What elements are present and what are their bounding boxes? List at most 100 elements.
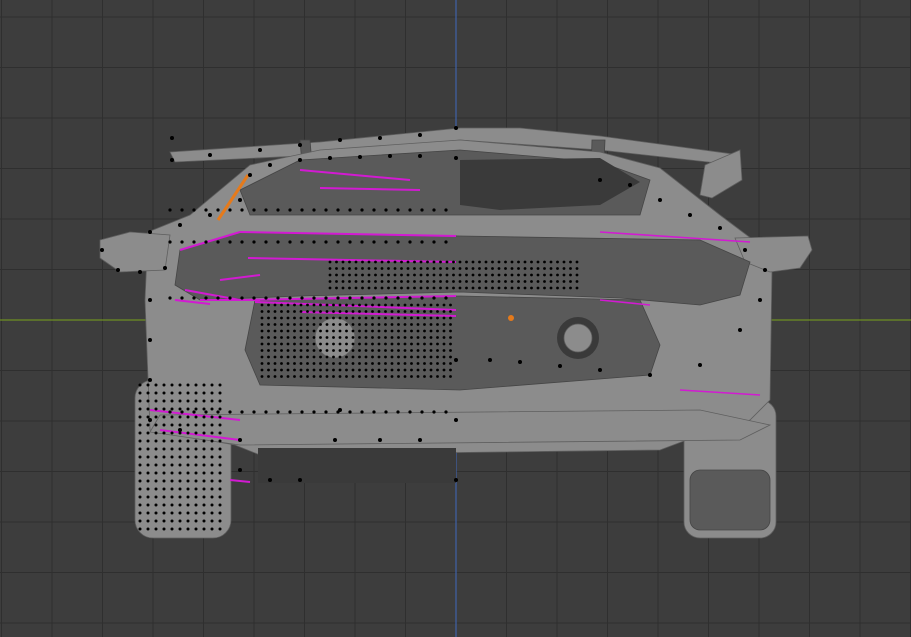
mesh-vertex[interactable] bbox=[390, 316, 394, 320]
mesh-vertex[interactable] bbox=[432, 273, 436, 277]
mesh-vertex[interactable] bbox=[408, 296, 412, 300]
mesh-vertex[interactable] bbox=[358, 368, 361, 372]
mesh-vertex[interactable] bbox=[293, 336, 296, 339]
mesh-vertex[interactable] bbox=[397, 375, 400, 378]
mesh-vertex[interactable] bbox=[454, 478, 458, 482]
mesh-vertex[interactable] bbox=[384, 349, 387, 352]
mesh-vertex[interactable] bbox=[328, 156, 332, 160]
mesh-vertex[interactable] bbox=[449, 375, 452, 378]
mesh-vertex[interactable] bbox=[413, 280, 416, 283]
mesh-vertex[interactable] bbox=[178, 415, 182, 419]
mesh-vertex[interactable] bbox=[186, 455, 190, 459]
mesh-vertex[interactable] bbox=[371, 355, 374, 359]
mesh-vertex[interactable] bbox=[260, 368, 264, 372]
mesh-vertex[interactable] bbox=[293, 310, 296, 313]
mesh-vertex[interactable] bbox=[374, 286, 377, 290]
mesh-vertex[interactable] bbox=[192, 296, 196, 300]
mesh-vertex[interactable] bbox=[186, 463, 190, 467]
mesh-vertex[interactable] bbox=[170, 407, 174, 411]
mesh-vertex[interactable] bbox=[384, 410, 388, 414]
mesh-vertex[interactable] bbox=[413, 267, 416, 270]
mesh-vertex[interactable] bbox=[218, 511, 222, 515]
mesh-vertex[interactable] bbox=[403, 362, 407, 365]
mesh-vertex[interactable] bbox=[138, 487, 142, 491]
mesh-vertex[interactable] bbox=[312, 342, 316, 346]
mesh-vertex[interactable] bbox=[178, 519, 182, 523]
mesh-vertex[interactable] bbox=[138, 503, 142, 507]
mesh-vertex[interactable] bbox=[332, 316, 335, 320]
mesh-vertex[interactable] bbox=[273, 355, 277, 359]
mesh-vertex[interactable] bbox=[423, 323, 426, 326]
mesh-vertex[interactable] bbox=[338, 316, 342, 320]
mesh-vertex[interactable] bbox=[293, 329, 296, 333]
mesh-vertex[interactable] bbox=[556, 280, 559, 283]
mesh-vertex[interactable] bbox=[367, 260, 371, 264]
mesh-vertex[interactable] bbox=[293, 323, 296, 326]
mesh-vertex[interactable] bbox=[598, 178, 602, 182]
mesh-vertex[interactable] bbox=[543, 273, 546, 277]
mesh-vertex[interactable] bbox=[162, 399, 166, 403]
mesh-vertex[interactable] bbox=[280, 310, 283, 313]
mesh-vertex[interactable] bbox=[300, 410, 304, 414]
mesh-vertex[interactable] bbox=[319, 329, 322, 333]
mesh-vertex[interactable] bbox=[210, 431, 214, 435]
mesh-vertex[interactable] bbox=[228, 240, 232, 244]
mesh-vertex[interactable] bbox=[162, 519, 166, 523]
mesh-vertex[interactable] bbox=[442, 329, 446, 333]
mesh-vertex[interactable] bbox=[387, 267, 390, 270]
mesh-vertex[interactable] bbox=[293, 375, 296, 378]
mesh-vertex[interactable] bbox=[530, 286, 533, 290]
mesh-vertex[interactable] bbox=[186, 479, 190, 483]
mesh-vertex[interactable] bbox=[458, 260, 462, 264]
mesh-vertex[interactable] bbox=[300, 296, 304, 300]
mesh-vertex[interactable] bbox=[276, 296, 280, 300]
mesh-vertex[interactable] bbox=[170, 527, 174, 531]
mesh-vertex[interactable] bbox=[267, 329, 270, 333]
mesh-vertex[interactable] bbox=[286, 329, 290, 333]
mesh-vertex[interactable] bbox=[299, 349, 303, 352]
mesh-vertex[interactable] bbox=[444, 410, 448, 414]
mesh-vertex[interactable] bbox=[380, 280, 384, 283]
mesh-vertex[interactable] bbox=[403, 336, 407, 339]
mesh-vertex[interactable] bbox=[276, 410, 280, 414]
mesh-vertex[interactable] bbox=[194, 431, 198, 435]
mesh-vertex[interactable] bbox=[260, 355, 264, 359]
mesh-vertex[interactable] bbox=[432, 267, 436, 270]
mesh-vertex[interactable] bbox=[384, 362, 387, 365]
mesh-vertex[interactable] bbox=[423, 303, 426, 307]
mesh-vertex[interactable] bbox=[345, 310, 348, 313]
mesh-vertex[interactable] bbox=[293, 342, 296, 346]
mesh-vertex[interactable] bbox=[384, 342, 387, 346]
mesh-vertex[interactable] bbox=[192, 240, 196, 244]
mesh-vertex[interactable] bbox=[377, 303, 381, 307]
mesh-vertex[interactable] bbox=[280, 349, 283, 352]
mesh-vertex[interactable] bbox=[351, 355, 355, 359]
mesh-vertex[interactable] bbox=[442, 368, 446, 372]
mesh-vertex[interactable] bbox=[432, 286, 436, 290]
mesh-vertex[interactable] bbox=[218, 415, 222, 419]
mesh-vertex[interactable] bbox=[410, 375, 413, 378]
mesh-vertex[interactable] bbox=[306, 355, 309, 359]
mesh-vertex[interactable] bbox=[377, 349, 381, 352]
mesh-vertex[interactable] bbox=[148, 230, 152, 234]
mesh-vertex[interactable] bbox=[388, 154, 392, 158]
mesh-vertex[interactable] bbox=[419, 286, 423, 290]
mesh-vertex[interactable] bbox=[418, 438, 422, 442]
mesh-vertex[interactable] bbox=[403, 375, 407, 378]
mesh-vertex[interactable] bbox=[449, 362, 452, 365]
mesh-vertex[interactable] bbox=[416, 362, 420, 365]
mesh-vertex[interactable] bbox=[478, 273, 481, 277]
mesh-vertex[interactable] bbox=[194, 383, 198, 387]
mesh-vertex[interactable] bbox=[458, 286, 462, 290]
mesh-vertex[interactable] bbox=[148, 378, 152, 382]
mesh-vertex[interactable] bbox=[218, 391, 222, 395]
mesh-vertex[interactable] bbox=[397, 342, 400, 346]
mesh-vertex[interactable] bbox=[194, 503, 198, 507]
mesh-vertex[interactable] bbox=[478, 286, 481, 290]
mesh-vertex[interactable] bbox=[293, 368, 296, 372]
mesh-vertex[interactable] bbox=[186, 383, 190, 387]
mesh-vertex[interactable] bbox=[517, 280, 520, 283]
mesh-vertex[interactable] bbox=[202, 431, 206, 435]
mesh-vertex[interactable] bbox=[267, 375, 270, 378]
mesh-vertex[interactable] bbox=[332, 310, 335, 313]
